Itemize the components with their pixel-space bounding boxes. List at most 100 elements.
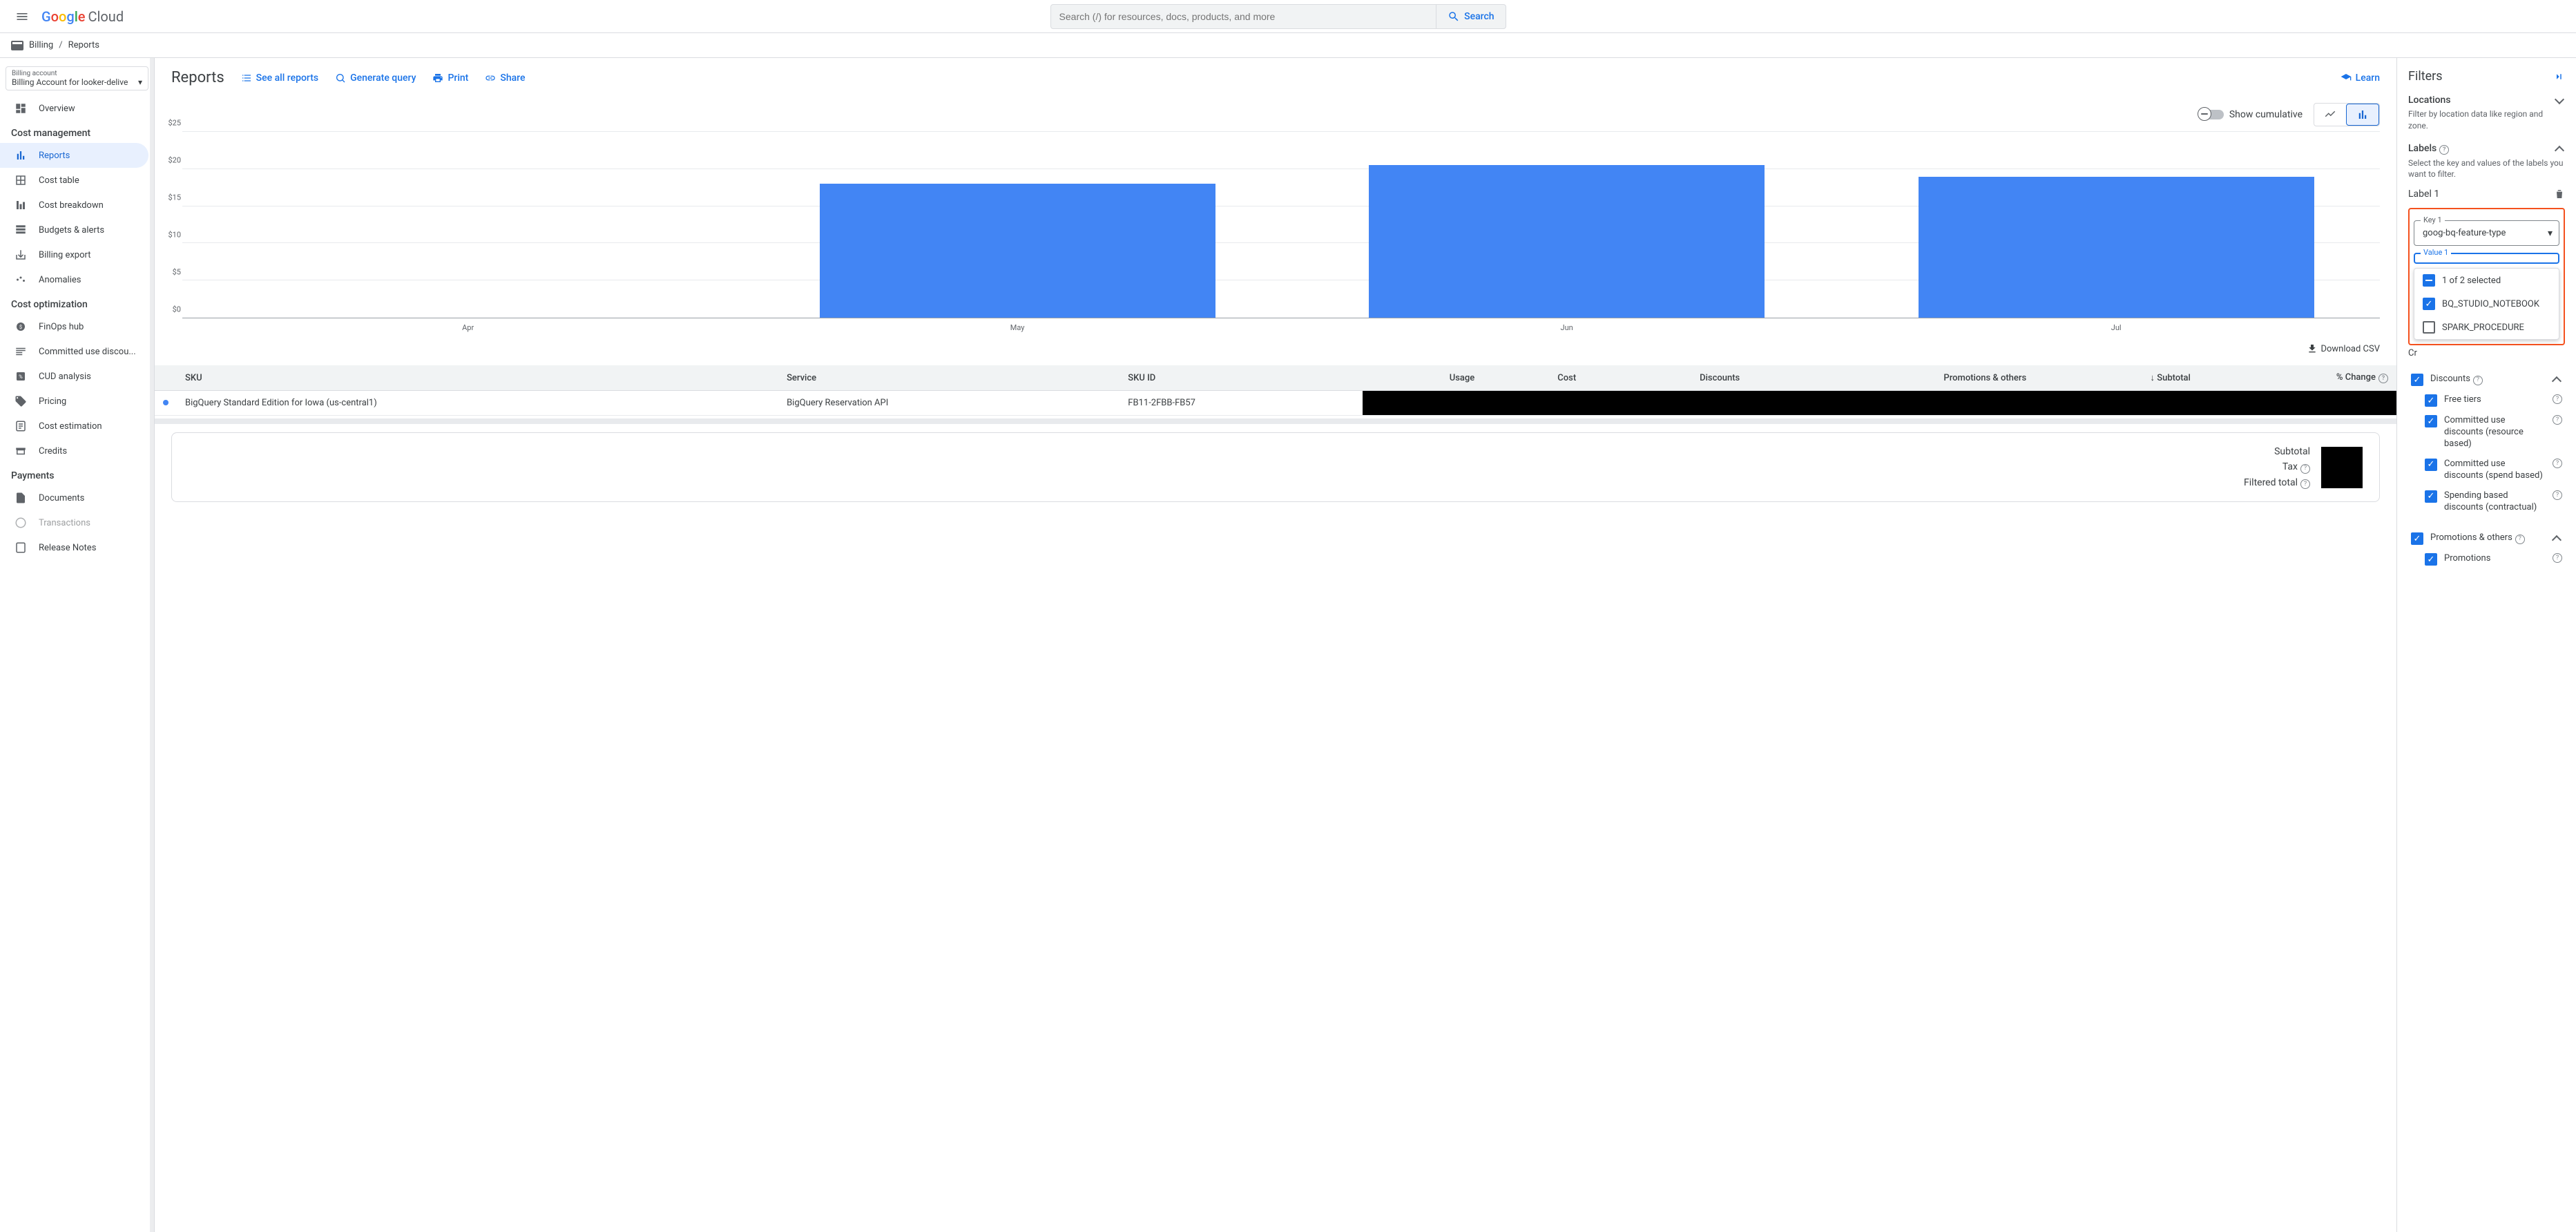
- help-icon[interactable]: ?: [2553, 415, 2562, 425]
- nav-finops[interactable]: $FinOps hub: [0, 314, 154, 339]
- bar-chart-button[interactable]: [2346, 104, 2379, 126]
- google-cloud-logo[interactable]: Google Cloud: [41, 8, 124, 25]
- nav-cost-breakdown[interactable]: Cost breakdown: [0, 193, 154, 218]
- filter-cud-resource[interactable]: ✓Committed use discounts (resource based…: [2408, 411, 2565, 454]
- filter-cud-spend[interactable]: ✓Committed use discounts (spend based)?: [2408, 454, 2565, 486]
- breadcrumb-section[interactable]: Billing: [29, 40, 53, 50]
- sidebar: Billing account Billing Account for look…: [0, 58, 155, 1232]
- generate-query-button[interactable]: Generate query: [335, 73, 416, 84]
- line-chart-button[interactable]: [2314, 104, 2346, 126]
- nav-cost-estimation[interactable]: Cost estimation: [0, 414, 154, 439]
- checkbox-checked-icon[interactable]: ✓: [2425, 553, 2437, 566]
- help-icon[interactable]: ?: [2553, 394, 2562, 404]
- nav-release-notes[interactable]: Release Notes: [0, 535, 154, 560]
- bar-jun[interactable]: [1369, 165, 1765, 318]
- nav-cud-analysis[interactable]: %CUD analysis: [0, 364, 154, 389]
- filter-labels-header[interactable]: Labels?: [2408, 143, 2565, 155]
- filters-panel: Filters Locations Filter by location dat…: [2396, 58, 2576, 1232]
- help-icon[interactable]: ?: [2515, 535, 2525, 544]
- col-sku[interactable]: SKU: [177, 365, 778, 391]
- help-icon[interactable]: ?: [2300, 479, 2310, 489]
- nav-pricing[interactable]: Pricing: [0, 389, 154, 414]
- help-icon[interactable]: ?: [2473, 376, 2483, 385]
- help-icon[interactable]: ?: [2553, 553, 2562, 563]
- filter-locations-header[interactable]: Locations: [2408, 95, 2565, 106]
- nav-anomalies[interactable]: Anomalies: [0, 267, 154, 292]
- table-row[interactable]: BigQuery Standard Edition for Iowa (us-c…: [155, 391, 2396, 416]
- col-discounts[interactable]: Discounts: [1584, 365, 1748, 391]
- nav-cost-table[interactable]: Cost table: [0, 168, 154, 193]
- nav-documents[interactable]: Documents: [0, 485, 154, 510]
- filter-spend-contract[interactable]: ✓Spending based discounts (contractual)?: [2408, 486, 2565, 518]
- col-subtotal[interactable]: ↓ Subtotal: [2035, 365, 2199, 391]
- nav-budgets[interactable]: Budgets & alerts: [0, 218, 154, 242]
- see-all-reports-button[interactable]: See all reports: [241, 73, 318, 84]
- chevron-up-icon: [2554, 143, 2565, 154]
- checkbox-checked-icon[interactable]: ✓: [2411, 374, 2423, 386]
- breakdown-icon: [14, 198, 28, 212]
- collapse-panel-button[interactable]: [2553, 70, 2565, 83]
- value-1-field[interactable]: Value 1: [2414, 253, 2559, 264]
- query-icon: [335, 73, 346, 84]
- help-icon[interactable]: ?: [2553, 490, 2562, 500]
- credits-partial-text: Cr: [2408, 348, 2565, 358]
- nav-cost-optimization-title: Cost optimization: [0, 292, 154, 314]
- option-spark-procedure[interactable]: SPARK_PROCEDURE: [2414, 316, 2559, 339]
- delete-label-button[interactable]: [2554, 189, 2565, 200]
- toggle-thumb-icon: [2198, 107, 2211, 121]
- col-usage[interactable]: Usage: [1363, 365, 1483, 391]
- download-csv-button[interactable]: Download CSV: [2307, 343, 2380, 354]
- option-bq-studio-notebook[interactable]: ✓BQ_STUDIO_NOTEBOOK: [2414, 292, 2559, 316]
- bar-chart-icon: [2356, 108, 2369, 121]
- share-button[interactable]: Share: [485, 73, 525, 84]
- col-service[interactable]: Service: [778, 365, 1119, 391]
- nav-transactions[interactable]: Transactions: [0, 510, 154, 535]
- help-icon[interactable]: ?: [2553, 459, 2562, 468]
- bar-may[interactable]: [820, 184, 1215, 318]
- redacted-cells: [1363, 391, 2397, 416]
- col-promo[interactable]: Promotions & others: [1748, 365, 2035, 391]
- filter-promotions-item[interactable]: ✓Promotions?: [2408, 549, 2565, 570]
- filter-discounts-header[interactable]: ✓ Discounts?: [2408, 369, 2565, 390]
- col-cost[interactable]: Cost: [1483, 365, 1584, 391]
- nav-reports[interactable]: Reports: [0, 143, 148, 168]
- checkbox-checked-icon[interactable]: ✓: [2425, 394, 2437, 407]
- key-1-field[interactable]: Key 1 goog-bq-feature-type ▾: [2414, 220, 2559, 246]
- help-icon[interactable]: ?: [2378, 374, 2388, 383]
- billing-account-selector[interactable]: Billing account Billing Account for look…: [6, 66, 148, 90]
- chevron-up-icon: [2551, 532, 2562, 543]
- chevron-down-icon: [2554, 95, 2565, 106]
- nav-overview[interactable]: Overview: [0, 96, 154, 121]
- filter-promotions-header[interactable]: ✓ Promotions & others?: [2408, 528, 2565, 549]
- chevron-up-icon: [2551, 374, 2562, 385]
- nav-credits[interactable]: Credits: [0, 439, 154, 463]
- search-icon: [1448, 10, 1460, 23]
- checkbox-checked-icon[interactable]: ✓: [2425, 490, 2437, 503]
- checkbox-checked-icon[interactable]: ✓: [2425, 415, 2437, 427]
- nav-cost-management-title: Cost management: [0, 121, 154, 143]
- learn-button[interactable]: Learn: [2340, 73, 2380, 84]
- col-sku-id[interactable]: SKU ID: [1119, 365, 1362, 391]
- help-icon[interactable]: ?: [2439, 145, 2449, 155]
- nav-billing-export[interactable]: Billing export: [0, 242, 154, 267]
- show-cumulative-label: Show cumulative: [2229, 109, 2303, 120]
- nav-cud[interactable]: Committed use discou...: [0, 339, 154, 364]
- label-filter-highlight: Key 1 goog-bq-feature-type ▾ Value 1 1 o…: [2408, 208, 2565, 345]
- search-box[interactable]: Search: [1050, 4, 1506, 29]
- filter-free-tiers[interactable]: ✓Free tiers?: [2408, 390, 2565, 411]
- bar-jul[interactable]: [1919, 177, 2314, 318]
- help-icon[interactable]: ?: [2300, 464, 2310, 474]
- checkbox-checked-icon[interactable]: ✓: [2411, 532, 2423, 545]
- show-cumulative-toggle[interactable]: Show cumulative: [2199, 109, 2303, 120]
- col-pct-change[interactable]: % Change?: [2199, 365, 2396, 391]
- main-menu-button[interactable]: [6, 0, 39, 33]
- x-label-apr: Apr: [462, 323, 474, 332]
- checkbox-checked-icon[interactable]: ✓: [2425, 459, 2437, 471]
- series-color-dot: [163, 400, 169, 405]
- redacted-summary-values: [2321, 447, 2363, 488]
- print-button[interactable]: Print: [432, 73, 468, 84]
- select-all-option[interactable]: 1 of 2 selected: [2414, 269, 2559, 292]
- search-button[interactable]: Search: [1436, 5, 1505, 28]
- summary-filtered-label: Filtered total: [2244, 477, 2298, 488]
- search-input[interactable]: [1051, 11, 1436, 22]
